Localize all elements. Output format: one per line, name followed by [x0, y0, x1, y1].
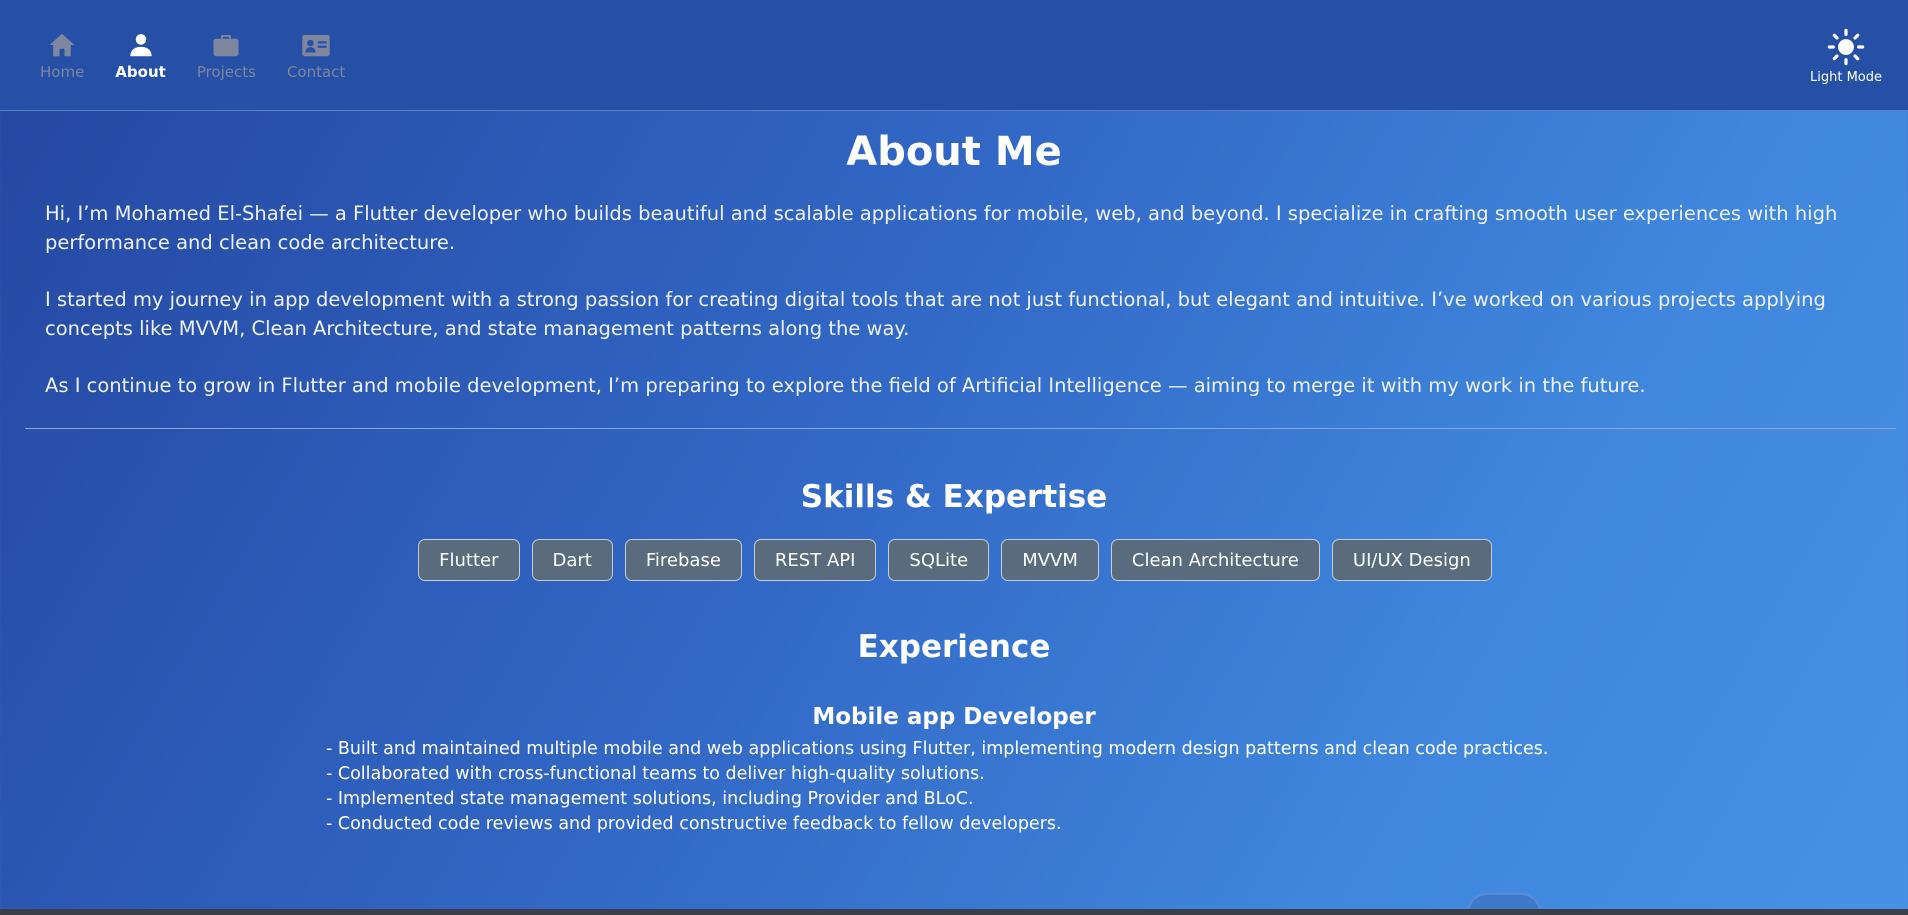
top-navigation-bar: Home About Projects Contact Light Mode [0, 0, 1908, 111]
main-nav: Home About Projects Contact [40, 30, 376, 81]
contact-card-icon [302, 35, 330, 57]
skill-chip-sqlite[interactable]: SQLite [888, 539, 990, 581]
about-paragraph-1: Hi, I’m Mohamed El-Shafei — a Flutter de… [45, 202, 1838, 254]
skills-title: Skills & Expertise [800, 479, 1108, 515]
about-page-content: About Me Hi, I’m Mohamed El-Shafei — a F… [0, 111, 1908, 837]
nav-item-about[interactable]: About [115, 30, 166, 81]
skill-chip-ui-ux-design[interactable]: UI/UX Design [1331, 539, 1492, 581]
nav-label-contact: Contact [286, 63, 346, 81]
job-bullet: - Built and maintained multiple mobile a… [326, 739, 1549, 759]
job-bullet-list: - Built and maintained multiple mobile a… [326, 737, 1908, 837]
skills-chip-list: Flutter Dart Firebase REST API SQLite MV… [2, 539, 1908, 581]
job-bullet: - Collaborated with cross-functional tea… [326, 764, 985, 784]
nav-label-about: About [115, 63, 166, 81]
job-bullet: - Implemented state management solutions… [326, 789, 974, 809]
skill-chip-mvvm[interactable]: MVVM [1001, 539, 1099, 581]
job-bullet: - Conducted code reviews and provided co… [326, 814, 1062, 834]
nav-item-home[interactable]: Home [40, 30, 84, 81]
skill-chip-firebase[interactable]: Firebase [624, 539, 742, 581]
nav-label-home: Home [40, 63, 85, 81]
skill-chip-flutter[interactable]: Flutter [418, 539, 520, 581]
about-paragraph-2: I started my journey in app development … [45, 288, 1826, 340]
experience-title: Experience [857, 629, 1051, 665]
person-icon [129, 34, 152, 57]
page-title: About Me [846, 129, 1062, 175]
nav-label-projects: Projects [196, 63, 256, 81]
section-divider [25, 428, 1896, 429]
bottom-scroll-edge [0, 909, 1908, 915]
skill-chip-clean-architecture[interactable]: Clean Architecture [1110, 539, 1320, 581]
skill-chip-rest-api[interactable]: REST API [753, 539, 877, 581]
briefcase-icon [213, 35, 239, 57]
about-description: Hi, I’m Mohamed El-Shafei — a Flutter de… [0, 199, 1908, 400]
nav-item-projects[interactable]: Projects [197, 30, 256, 81]
sun-icon [1827, 28, 1865, 66]
job-title: Mobile app Developer [812, 704, 1096, 730]
about-paragraph-3: As I continue to grow in Flutter and mob… [45, 374, 1646, 397]
theme-toggle-label: Light Mode [1810, 70, 1882, 85]
nav-item-contact[interactable]: Contact [287, 30, 345, 81]
skill-chip-dart[interactable]: Dart [531, 539, 613, 581]
theme-toggle-button[interactable]: Light Mode [1796, 28, 1896, 85]
home-icon [49, 33, 75, 57]
